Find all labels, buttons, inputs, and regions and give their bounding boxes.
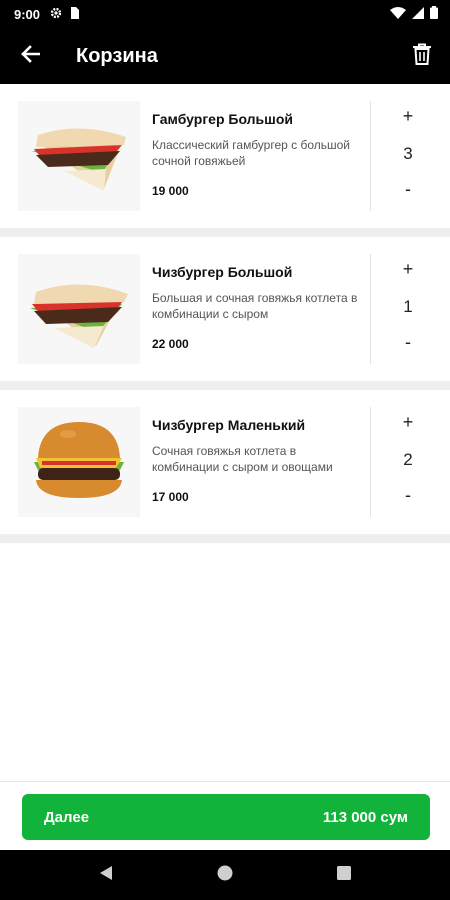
home-circle-icon[interactable] [217,865,233,886]
decrease-quantity-button[interactable]: - [371,332,445,353]
quantity-value: 1 [403,297,413,316]
increase-quantity-button[interactable]: + [371,259,445,280]
quantity-stepper: + 3 - [371,101,450,211]
checkout-bar: Далее 113 000 сум [0,781,450,850]
cart-item: Чизбургер Маленький Сочная говяжья котле… [0,390,450,534]
item-separator [0,381,450,390]
sim-icon [70,6,80,22]
app-bar: Корзина [0,28,450,84]
back-triangle-icon[interactable] [99,865,113,886]
status-bar: 9:00 [0,0,450,28]
cart-item: Гамбургер Большой Классический гамбургер… [0,84,450,228]
arrow-left-icon [20,44,41,68]
item-separator [0,228,450,237]
cart-total: 113 000 сум [322,808,408,826]
page-title: Корзина [76,44,158,67]
recents-square-icon[interactable] [337,865,351,885]
product-name: Чизбургер Большой [152,264,293,280]
cart-list: Гамбургер Большой Классический гамбургер… [0,84,450,543]
product-price: 17 000 [152,490,189,504]
sandwich-image [30,284,128,348]
system-nav-bar [0,850,450,900]
clear-cart-button[interactable] [394,28,450,84]
status-time: 9:00 [14,6,41,22]
increase-quantity-button[interactable]: + [371,106,445,127]
checkout-button[interactable]: Далее 113 000 сум [22,794,430,840]
product-image [18,101,140,211]
cart-item: Чизбургер Большой Большая и сочная говяж… [0,237,450,381]
battery-icon [430,6,438,22]
sandwich-image [32,128,126,191]
product-description: Классический гамбургер с большой сочной … [152,138,351,168]
item-separator [0,534,450,543]
increase-quantity-button[interactable]: + [371,412,445,433]
quantity-value: 3 [403,144,413,163]
quantity-value: 2 [403,450,413,469]
settings-icon [50,7,62,22]
quantity-stepper: + 1 - [371,254,450,364]
signal-icon [412,6,424,22]
product-price: 19 000 [152,184,189,198]
back-button[interactable] [2,28,58,84]
burger-image [34,422,124,498]
product-image [18,407,140,517]
quantity-stepper: + 2 - [371,407,450,517]
trash-icon [413,43,431,70]
decrease-quantity-button[interactable]: - [371,179,445,200]
wifi-icon [390,6,406,22]
product-name: Чизбургер Маленький [152,417,306,433]
product-price: 22 000 [152,337,189,351]
product-description: Большая и сочная говяжья котлета в комби… [152,291,358,321]
product-name: Гамбургер Большой [152,111,293,127]
decrease-quantity-button[interactable]: - [371,485,445,506]
product-image [18,254,140,364]
checkout-label: Далее [44,808,90,826]
product-description: Сочная говяжья котлета в комбинации с сы… [152,444,333,474]
